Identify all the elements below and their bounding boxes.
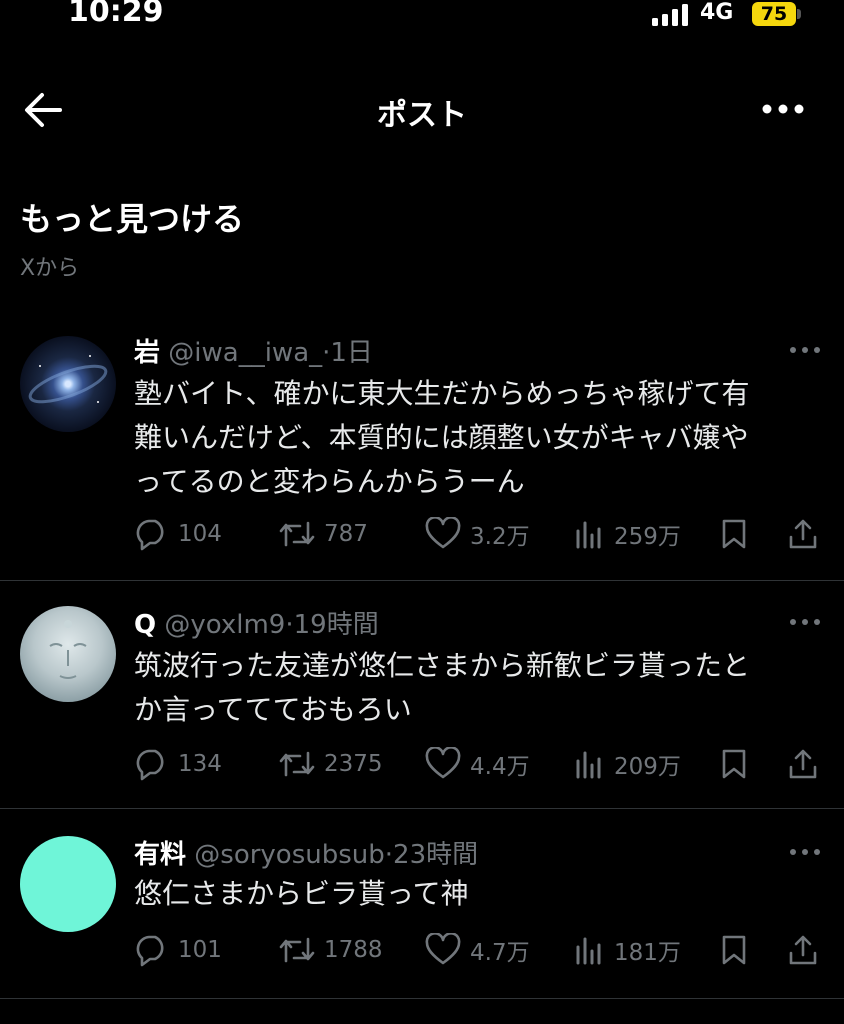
avatar[interactable] [20,606,116,702]
like-count: 4.4万 [470,754,530,780]
reply-count: 134 [178,751,222,777]
view-count: 181万 [614,940,681,966]
battery-level: 75 [752,2,796,26]
post-time[interactable]: 19時間 [294,610,379,640]
share-button[interactable] [786,744,828,784]
post-more-icon[interactable] [788,846,822,858]
view-count: 209万 [614,754,681,780]
post[interactable]: 岩 @iwa__iwa_·1日 塾バイト、確かに東大生だからめっちゃ稼げて有 難… [0,330,844,580]
reply-count: 101 [178,937,222,963]
avatar[interactable] [20,336,116,432]
bookmark-button[interactable] [718,930,758,970]
view-count: 259万 [614,524,681,550]
post-more-icon[interactable] [788,616,822,628]
section-subtitle: Xから [20,256,80,281]
divider [0,808,844,809]
author-handle[interactable]: @yoxlm9 [164,610,285,640]
like-button[interactable]: 4.4万 [424,744,530,784]
post-actions: 104 787 3.2万 259万 [134,514,824,554]
post-text: 筑波行った友達が悠仁さまから新歓ビラ貰ったと か言っててておもろい [134,644,814,732]
repost-button[interactable]: 1788 [278,930,383,970]
post-time[interactable]: 1日 [330,338,373,368]
like-count: 4.7万 [470,940,530,966]
status-time: 10:29 [68,0,164,29]
post-header: 岩 @iwa__iwa_·1日 [134,332,373,369]
bookmark-icon [722,749,746,779]
post-actions: 101 1788 4.7万 181万 [134,930,824,970]
like-button[interactable]: 3.2万 [424,514,530,554]
reply-count: 104 [178,521,222,547]
post-time[interactable]: 23時間 [393,840,478,870]
views-button[interactable]: 209万 [574,744,681,784]
bookmark-button[interactable] [718,514,758,554]
status-bar: 10:29 4G 75 [0,0,844,40]
repost-count: 2375 [324,751,383,777]
repost-icon [279,751,315,777]
repost-icon [279,937,315,963]
post-line: か言っててておもろい [134,693,412,726]
repost-icon [279,521,315,547]
author-name[interactable]: 有料 [134,840,186,870]
reply-button[interactable]: 134 [134,744,222,784]
author-name[interactable]: 岩 [134,338,160,368]
repost-button[interactable]: 787 [278,514,368,554]
avatar[interactable] [20,836,116,932]
post-line: 難いんだけど、本質的には顔整い女がキャバ嬢や [134,421,749,454]
like-button[interactable]: 4.7万 [424,930,530,970]
views-icon [576,937,601,965]
share-button[interactable] [786,514,828,554]
more-icon[interactable] [760,94,806,124]
post-line: 塾バイト、確かに東大生だからめっちゃ稼げて有 [134,377,750,410]
divider [0,580,844,581]
page-title: ポスト [377,98,467,133]
post[interactable]: Q @yoxlm9·19時間 筑波行った友達が悠仁さまから新歓ビラ貰ったと か言… [0,602,844,808]
views-icon [576,751,601,779]
post-header: Q @yoxlm9·19時間 [134,604,379,641]
separator: · [285,610,294,640]
reply-button[interactable]: 104 [134,514,222,554]
like-count: 3.2万 [470,524,530,550]
post-more-icon[interactable] [788,344,822,356]
share-icon [789,519,817,549]
reply-icon [136,519,164,551]
post-actions: 134 2375 4.4万 209万 [134,744,824,784]
repost-count: 787 [324,521,368,547]
author-handle[interactable]: @iwa__iwa_ [168,338,322,368]
views-button[interactable]: 259万 [574,514,681,554]
section-title: もっと見つける [20,200,245,238]
bookmark-icon [722,519,746,549]
like-icon [425,517,461,549]
bookmark-button[interactable] [718,744,758,784]
like-icon [425,933,461,965]
views-icon [576,521,601,549]
header: ポスト [0,70,844,150]
share-button[interactable] [786,930,828,970]
divider [0,998,844,999]
post[interactable]: 有料 @soryosubsub·23時間 悠仁さまからビラ貰って神 101 17… [0,832,844,998]
like-icon [425,747,461,779]
battery-tip [797,9,801,19]
signal-icon [652,4,688,26]
reply-icon [136,749,164,781]
author-name[interactable]: Q [134,610,156,640]
author-handle[interactable]: @soryosubsub [194,840,385,870]
share-icon [789,749,817,779]
bookmark-icon [722,935,746,965]
post-text: 悠仁さまからビラ貰って神 [134,872,814,916]
views-button[interactable]: 181万 [574,930,681,970]
network-type: 4G [700,0,734,25]
share-icon [789,935,817,965]
reply-icon [136,935,164,967]
repost-count: 1788 [324,937,383,963]
reply-button[interactable]: 101 [134,930,222,970]
repost-button[interactable]: 2375 [278,744,383,784]
post-line: 悠仁さまからビラ貰って神 [134,877,469,910]
separator: · [384,840,394,870]
post-line: ってるのと変わらんからうーん [134,465,525,498]
post-line: 筑波行った友達が悠仁さまから新歓ビラ貰ったと [134,649,751,682]
post-header: 有料 @soryosubsub·23時間 [134,834,478,871]
post-text: 塾バイト、確かに東大生だからめっちゃ稼げて有 難いんだけど、本質的には顔整い女が… [134,372,814,504]
